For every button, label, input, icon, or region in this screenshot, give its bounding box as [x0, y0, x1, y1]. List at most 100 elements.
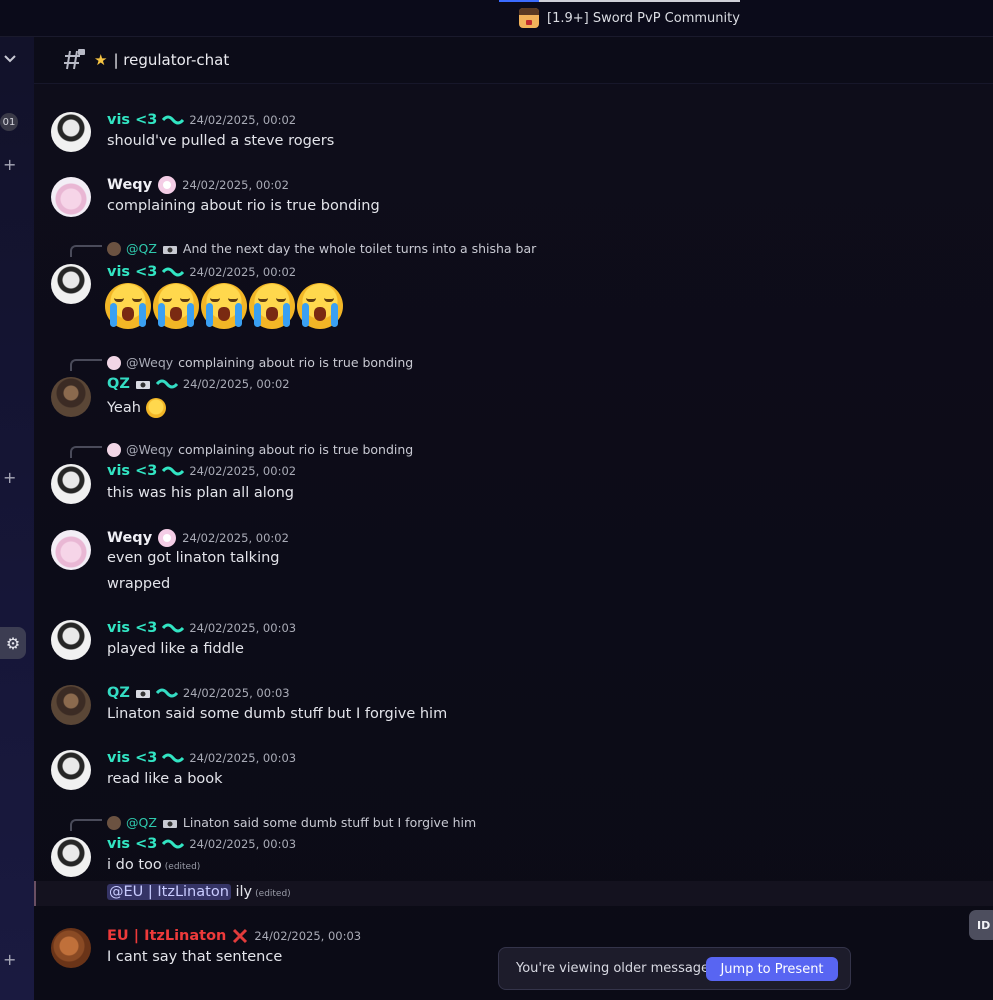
loudly-crying-face-icon — [153, 283, 199, 329]
camera-icon — [162, 245, 177, 254]
id-pill[interactable]: ID — [969, 910, 993, 940]
flower-icon — [158, 176, 177, 194]
timestamp: 24/02/2025, 00:02 — [189, 265, 297, 279]
username[interactable]: Weqy — [107, 177, 152, 193]
message[interactable]: @QZ Linaton said some dumb stuff but I f… — [34, 808, 993, 881]
username[interactable]: Weqy — [107, 530, 152, 546]
avatar[interactable] — [51, 464, 91, 504]
timestamp: 24/02/2025, 00:02 — [182, 377, 290, 391]
avatar[interactable] — [51, 177, 91, 217]
plus-icon[interactable]: + — [3, 157, 17, 173]
star-icon: ★ — [94, 51, 108, 69]
reply-avatar — [107, 815, 121, 830]
message-text: should've pulled a steve rogers — [107, 133, 335, 149]
message-text: read like a book — [107, 771, 223, 787]
message-text: @EU | ItzLinaton ily (edited) — [107, 884, 291, 900]
message[interactable]: Weqy 24/02/2025, 00:02 complaining about… — [34, 169, 993, 229]
wave-icon — [162, 839, 185, 849]
timestamp: 24/02/2025, 00:03 — [189, 751, 297, 765]
wave-icon — [155, 379, 178, 389]
timestamp: 24/02/2025, 00:02 — [189, 113, 297, 127]
message[interactable]: vis <3 24/02/2025, 00:03 played like a f… — [34, 612, 993, 672]
reply-avatar — [107, 241, 121, 256]
reply-text: complaining about rio is true bonding — [178, 355, 414, 370]
wave-icon — [162, 753, 185, 763]
rolling-laughing-icon — [145, 398, 166, 418]
plus-icon[interactable]: + — [3, 952, 17, 968]
loudly-crying-face-icon — [249, 283, 295, 329]
jump-to-present-button[interactable]: Jump to Present — [706, 957, 838, 981]
gear-icon[interactable]: ⚙ — [0, 627, 26, 659]
plus-icon[interactable]: + — [3, 470, 17, 486]
username[interactable]: vis <3 — [107, 264, 157, 280]
message-text: wrapped — [107, 576, 171, 592]
avatar[interactable] — [51, 620, 91, 660]
message[interactable]: Weqy 24/02/2025, 00:02 even got linaton … — [34, 522, 993, 602]
username[interactable]: vis <3 — [107, 463, 157, 479]
reply-avatar — [107, 442, 121, 457]
message[interactable]: vis <3 24/02/2025, 00:03 read like a boo… — [34, 742, 993, 802]
message-text: even got linaton talking — [107, 550, 280, 566]
reply-preview[interactable]: @QZ Linaton said some dumb stuff but I f… — [107, 815, 476, 830]
reply-author[interactable]: @QZ — [126, 241, 157, 256]
older-messages-bar: You're viewing older messages Jump to Pr… — [498, 947, 851, 990]
username[interactable]: vis <3 — [107, 836, 157, 852]
reply-spine — [70, 359, 102, 371]
username[interactable]: vis <3 — [107, 620, 157, 636]
server-icon — [519, 8, 539, 28]
message-text: I cant say that sentence — [107, 949, 283, 965]
reply-preview[interactable]: @QZ And the next day the whole toilet tu… — [107, 241, 536, 256]
chevron-down-icon[interactable] — [3, 51, 19, 67]
reply-preview[interactable]: @Weqy complaining about rio is true bond… — [107, 442, 413, 457]
timestamp: 24/02/2025, 00:02 — [182, 531, 289, 545]
wave-icon — [162, 267, 185, 277]
reply-author[interactable]: @QZ — [126, 815, 157, 830]
camera-icon — [135, 690, 150, 698]
edited-label: (edited) — [164, 862, 201, 872]
username[interactable]: vis <3 — [107, 750, 157, 766]
loudly-crying-face-icon — [297, 283, 343, 329]
timestamp: 24/02/2025, 00:02 — [189, 464, 297, 478]
message-text: this was his plan all along — [107, 485, 295, 501]
message[interactable]: @Weqy complaining about rio is true bond… — [34, 348, 993, 428]
message[interactable]: @QZ And the next day the whole toilet tu… — [34, 234, 993, 339]
avatar[interactable] — [51, 928, 91, 968]
timestamp: 24/02/2025, 00:03 — [189, 837, 297, 851]
reply-author[interactable]: @Weqy — [126, 442, 173, 457]
user-mention[interactable]: @EU | ItzLinaton — [107, 884, 231, 900]
reply-spine — [70, 819, 102, 831]
avatar[interactable] — [51, 530, 91, 570]
message-text: i do too (edited) — [107, 857, 201, 873]
avatar[interactable] — [51, 264, 91, 304]
pickaxe-icon — [233, 928, 248, 944]
avatar[interactable] — [51, 377, 91, 417]
channel-title: | regulator-chat — [113, 51, 230, 69]
avatar[interactable] — [51, 837, 91, 877]
avatar[interactable] — [51, 685, 91, 725]
avatar[interactable] — [51, 112, 91, 152]
message[interactable]: @Weqy complaining about rio is true bond… — [34, 435, 993, 515]
edited-label: (edited) — [255, 889, 291, 899]
channel-header: ★ | regulator-chat — [34, 37, 993, 84]
reply-preview[interactable]: @Weqy complaining about rio is true bond… — [107, 355, 413, 370]
loudly-crying-face-icon — [201, 283, 247, 329]
reply-avatar — [107, 355, 121, 370]
message-continuation[interactable]: @EU | ItzLinaton ily (edited) — [34, 881, 993, 906]
camera-icon — [135, 381, 150, 389]
message-text: complaining about rio is true bonding — [107, 198, 380, 214]
timestamp: 24/02/2025, 00:03 — [189, 621, 297, 635]
username[interactable]: QZ — [107, 685, 130, 701]
username[interactable]: EU | ItzLinaton — [107, 928, 226, 944]
active-tab-indicator — [499, 0, 740, 2]
message[interactable]: QZ 24/02/2025, 00:03 Linaton said some d… — [34, 677, 993, 737]
reply-author[interactable]: @Weqy — [126, 355, 173, 370]
avatar[interactable] — [51, 750, 91, 790]
message[interactable]: vis <3 24/02/2025, 00:02 should've pulle… — [34, 104, 993, 164]
message-text: Yeah — [107, 398, 166, 418]
server-title[interactable]: [1.9+] Sword PvP Community — [519, 8, 740, 28]
username[interactable]: vis <3 — [107, 112, 157, 128]
emoji-row — [105, 283, 343, 329]
server-name: [1.9+] Sword PvP Community — [547, 10, 740, 26]
username[interactable]: QZ — [107, 376, 130, 392]
loudly-crying-face-icon — [105, 283, 151, 329]
